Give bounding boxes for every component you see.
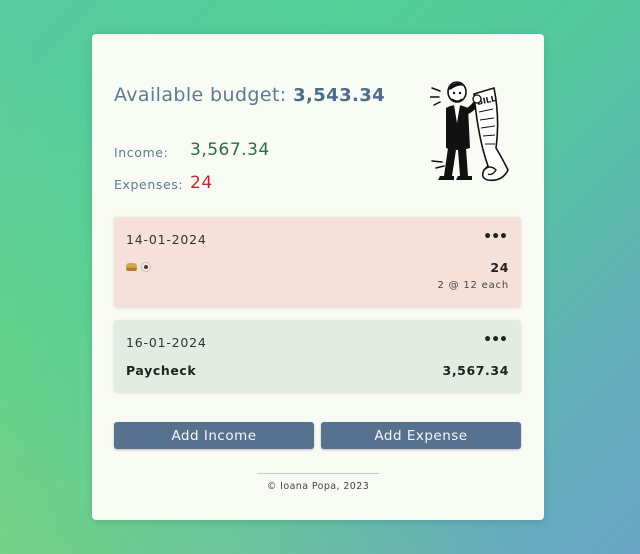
- add-income-button[interactable]: Add Income: [114, 422, 314, 449]
- expense-entry[interactable]: 14-01-2024 ••• 24 2 @ 12 each: [114, 217, 521, 307]
- footer-divider: [257, 473, 379, 474]
- coffee-emoji-icon: [141, 262, 151, 272]
- more-options-icon[interactable]: •••: [483, 229, 508, 245]
- entry-date: 16-01-2024: [126, 335, 207, 350]
- more-options-icon[interactable]: •••: [483, 332, 508, 348]
- income-entry[interactable]: 16-01-2024 ••• Paycheck 3,567.34: [114, 320, 521, 392]
- add-expense-button[interactable]: Add Expense: [321, 422, 521, 449]
- man-with-bill-illustration: BILL: [430, 81, 509, 182]
- expenses-label: Expenses:: [114, 177, 184, 192]
- budget-card: Available budget: 3,543.34 BILL Income: …: [92, 34, 544, 520]
- income-total: 3,567.34: [190, 140, 270, 160]
- available-budget-label: Available budget:: [114, 84, 287, 106]
- entry-amount: 3,567.34: [442, 363, 509, 378]
- entry-amount: 24: [490, 260, 509, 275]
- available-budget-heading: Available budget: 3,543.34: [114, 84, 385, 106]
- entry-quantity-detail: 2 @ 12 each: [437, 280, 509, 291]
- expense-category-icons: [126, 260, 151, 274]
- expenses-total: 24: [190, 173, 213, 193]
- available-budget-amount: 3,543.34: [293, 85, 386, 106]
- sandwich-emoji-icon: [126, 262, 137, 272]
- entry-date: 14-01-2024: [126, 232, 207, 247]
- entry-name: Paycheck: [126, 363, 197, 378]
- income-label: Income:: [114, 145, 169, 160]
- footer-copyright: © Ioana Popa, 2023: [266, 481, 370, 492]
